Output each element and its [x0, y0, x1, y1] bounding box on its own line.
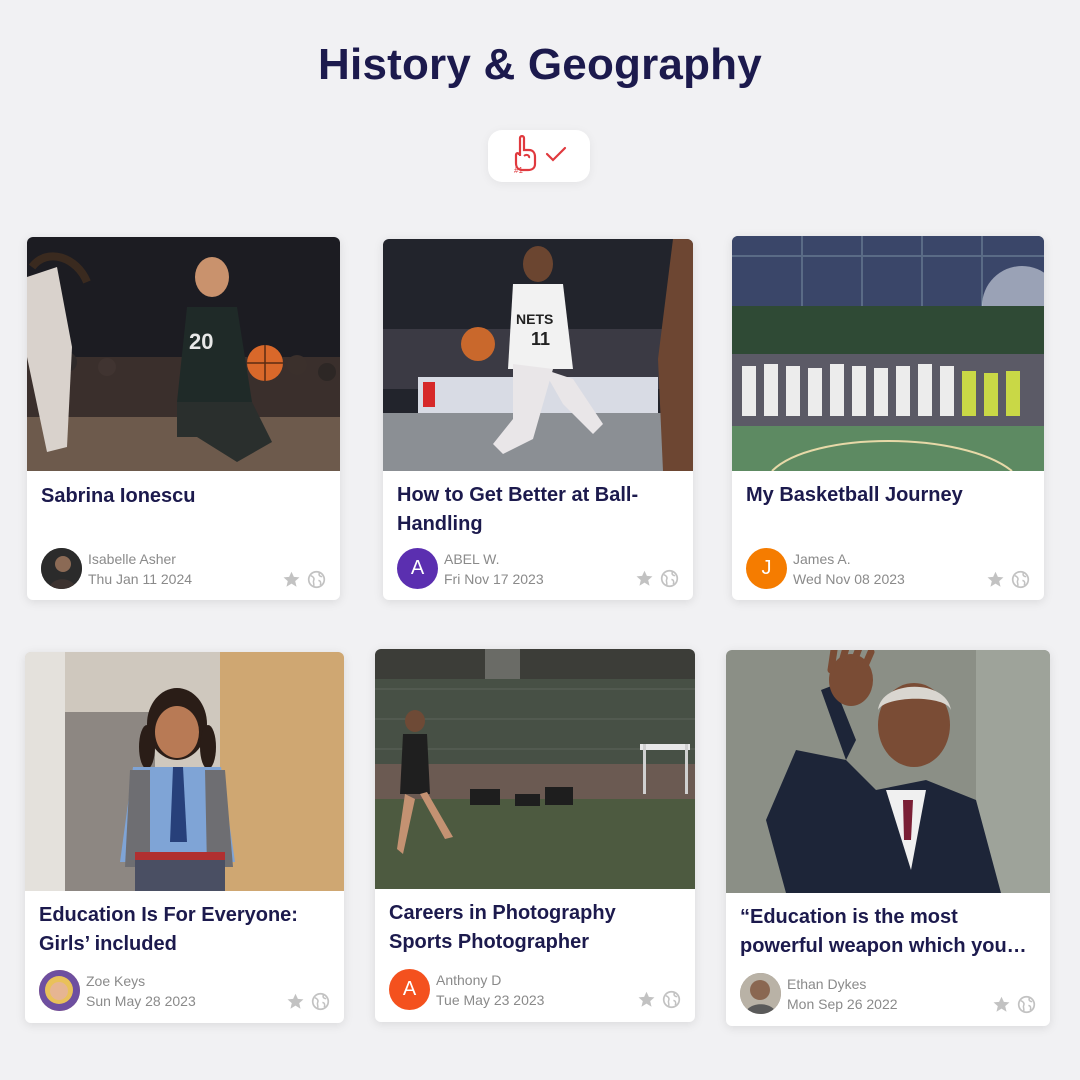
post-date: Thu Jan 11 2024 — [88, 570, 193, 587]
track-runner-photo — [375, 649, 695, 889]
badge-button[interactable]: #1 — [488, 130, 590, 182]
globe-icon[interactable] — [311, 992, 330, 1011]
globe-icon[interactable] — [307, 570, 326, 589]
avatar: A — [389, 969, 430, 1010]
page-title: History & Geography — [318, 40, 762, 89]
checkmark-icon — [545, 146, 567, 167]
youth-basketball-team-photo — [732, 236, 1044, 471]
post-date: Wed Nov 08 2023 — [793, 570, 905, 587]
article-card[interactable]: “Education is the most powerful weapon w… — [726, 650, 1050, 1026]
card-title[interactable]: Careers in Photography Sports Photograph… — [389, 899, 679, 957]
badge-hand-text: #1 — [514, 166, 523, 174]
globe-icon[interactable] — [1011, 570, 1030, 589]
post-date: Sun May 28 2023 — [86, 992, 196, 1009]
avatar — [41, 548, 82, 589]
schoolgirl-with-backpack-photo — [25, 652, 344, 891]
avatar: A — [397, 548, 438, 589]
post-date: Fri Nov 17 2023 — [444, 570, 544, 587]
post-date: Mon Sep 26 2022 — [787, 995, 898, 1012]
basketball-player-dribbling-photo: 20 — [27, 237, 340, 471]
star-icon[interactable] — [286, 992, 305, 1011]
avatar — [740, 973, 781, 1014]
card-title[interactable]: How to Get Better at Ball-Handling — [397, 481, 677, 539]
article-card[interactable]: Careers in Photography Sports Photograph… — [375, 649, 695, 1022]
number-one-hand-icon: #1 — [511, 134, 539, 179]
article-card[interactable]: Education Is For Everyone: Girls’ includ… — [25, 652, 344, 1023]
author-name: Zoe Keys — [86, 972, 146, 989]
author-name: Isabelle Asher — [88, 550, 176, 567]
author-name: ABEL W. — [444, 550, 500, 567]
card-author: A Anthony D Tue May 23 2023 — [389, 969, 544, 1010]
author-name: Anthony D — [436, 971, 502, 988]
star-icon[interactable] — [282, 570, 301, 589]
basketball-player-11-photo: NETS 11 — [383, 239, 693, 471]
star-icon[interactable] — [637, 990, 656, 1009]
article-card[interactable]: 20 Sabrina Ionescu Isabelle Asher Thu Ja… — [27, 237, 340, 600]
article-card[interactable]: My Basketball Journey J James A. Wed Nov… — [732, 236, 1044, 600]
globe-icon[interactable] — [1017, 995, 1036, 1014]
author-name: Ethan Dykes — [787, 975, 867, 992]
card-author: A ABEL W. Fri Nov 17 2023 — [397, 548, 544, 589]
svg-text:20: 20 — [189, 329, 213, 354]
card-author: Zoe Keys Sun May 28 2023 — [39, 970, 196, 1011]
svg-text:11: 11 — [531, 329, 550, 349]
avatar — [39, 970, 80, 1011]
card-author: Isabelle Asher Thu Jan 11 2024 — [41, 548, 192, 589]
card-title[interactable]: “Education is the most powerful weapon w… — [740, 903, 1034, 963]
card-title[interactable]: Sabrina Ionescu — [41, 482, 324, 540]
card-title[interactable]: My Basketball Journey — [746, 481, 1028, 539]
svg-text:NETS: NETS — [516, 311, 553, 327]
man-waving-photo — [726, 650, 1050, 893]
star-icon[interactable] — [992, 995, 1011, 1014]
article-card[interactable]: NETS 11 How to Get Better at Ball-Handli… — [383, 239, 693, 600]
card-author: Ethan Dykes Mon Sep 26 2022 — [740, 973, 898, 1014]
globe-icon[interactable] — [660, 569, 679, 588]
card-title[interactable]: Education Is For Everyone: Girls’ includ… — [39, 901, 328, 959]
globe-icon[interactable] — [662, 990, 681, 1009]
star-icon[interactable] — [986, 570, 1005, 589]
author-name: James A. — [793, 550, 851, 567]
star-icon[interactable] — [635, 569, 654, 588]
avatar: J — [746, 548, 787, 589]
post-date: Tue May 23 2023 — [436, 991, 545, 1008]
card-author: J James A. Wed Nov 08 2023 — [746, 548, 905, 589]
